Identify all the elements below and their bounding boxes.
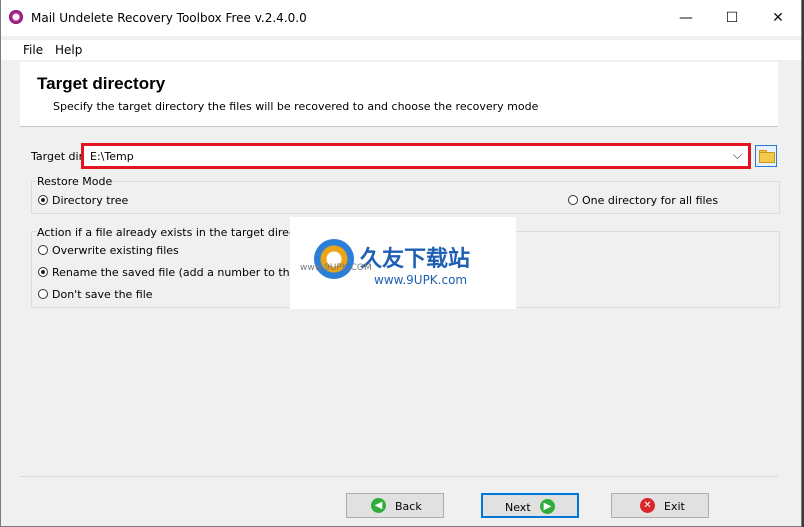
app-icon — [9, 10, 23, 24]
radio-dot — [38, 267, 48, 277]
watermark-overlay: 久友下载站 www.9UPK.COM www.9UPK.com — [290, 217, 516, 309]
watermark-brand: 久友下载站 — [360, 247, 471, 272]
watermark-logo-icon — [314, 239, 354, 279]
next-label: Next — [505, 501, 531, 514]
menu-bar: File Help — [1, 40, 801, 60]
page-subtitle: Specify the target directory the files w… — [53, 100, 539, 113]
action-title: Action if a file already exists in the t… — [37, 226, 318, 239]
target-dir-combobox[interactable]: E:\Temp ⌵ — [81, 143, 751, 169]
minimize-button[interactable]: — — [663, 0, 709, 36]
title-bar: Mail Undelete Recovery Toolbox Free v.2.… — [1, 0, 801, 36]
folder-icon-body — [759, 152, 775, 163]
page-title: Target directory — [37, 74, 166, 93]
close-button[interactable]: ✕ — [755, 0, 801, 36]
restore-mode-title: Restore Mode — [37, 175, 113, 188]
browse-folder-button[interactable] — [755, 145, 777, 167]
radio-overwrite[interactable]: Overwrite existing files — [38, 244, 179, 257]
watermark-prefix: www.9UPK.COM — [300, 263, 372, 273]
app-window: Mail Undelete Recovery Toolbox Free v.2.… — [0, 0, 802, 527]
radio-dot — [38, 195, 48, 205]
radio-one-directory[interactable]: One directory for all files — [568, 194, 718, 207]
radio-dot — [568, 195, 578, 205]
chevron-down-icon[interactable]: ⌵ — [733, 148, 742, 163]
arrow-right-icon: ▶ — [540, 499, 555, 514]
radio-dot — [38, 245, 48, 255]
footer-divider — [20, 476, 778, 477]
exit-button[interactable]: ✕ Exit — [611, 493, 709, 518]
radio-directory-tree[interactable]: Directory tree — [38, 194, 128, 207]
radio-rename[interactable]: Rename the saved file (add a number to t… — [38, 266, 321, 279]
wizard-header: Target directory Specify the target dire… — [20, 62, 778, 127]
arrow-left-icon: ◀ — [371, 498, 386, 513]
window-title: Mail Undelete Recovery Toolbox Free v.2.… — [31, 11, 307, 25]
menu-file[interactable]: File — [23, 43, 43, 57]
target-dir-value: E:\Temp — [90, 150, 134, 163]
maximize-button[interactable]: ☐ — [709, 0, 755, 36]
target-dir-label: Target dir: — [31, 150, 87, 163]
next-button[interactable]: Next ▶ — [481, 493, 579, 518]
radio-dont-save[interactable]: Don't save the file — [38, 288, 153, 301]
back-button[interactable]: ◀ Back — [346, 493, 444, 518]
back-label: Back — [395, 500, 422, 513]
watermark-url: www.9UPK.com — [374, 273, 468, 287]
radio-dot — [38, 289, 48, 299]
menu-help[interactable]: Help — [55, 43, 82, 57]
close-circle-icon: ✕ — [640, 498, 655, 513]
exit-label: Exit — [664, 500, 685, 513]
